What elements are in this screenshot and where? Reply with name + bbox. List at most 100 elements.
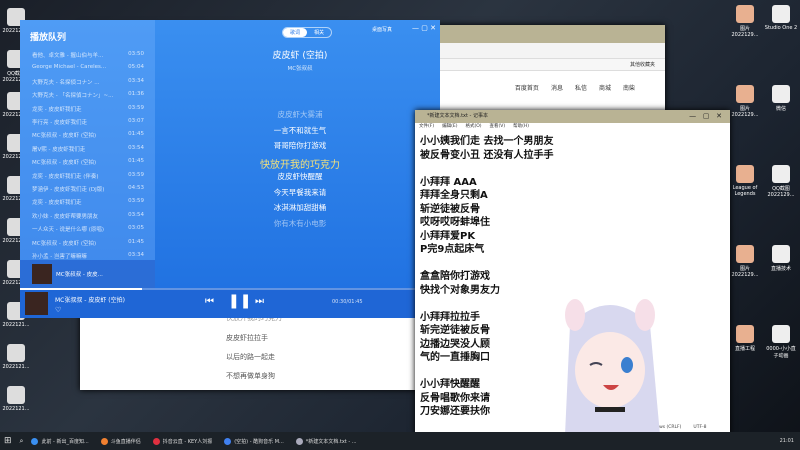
search-icon[interactable]: ⌕ [20, 437, 24, 446]
app-icon [31, 437, 39, 445]
queue-item[interactable]: 大野克夫 - 名探偵コナン ... 03:34 [32, 78, 144, 86]
queue-item[interactable]: MC张叔叔 - 皮皮虾 (空拍) 01:45 [32, 158, 144, 166]
queue-item-title: MC张叔叔 - 皮皮虾 (空拍) [32, 160, 97, 167]
desktop-icon[interactable]: League of Legends [728, 165, 762, 197]
taskbar-item[interactable]: 抖音云直 - KEY人刘振 [152, 437, 212, 445]
lyric-line: 皮皮虾大雾浦 [277, 110, 323, 119]
taskbar-item[interactable]: 此前 - 新出_百度知... [31, 437, 89, 445]
menu-edit[interactable]: 编辑(E) [442, 123, 457, 132]
nav-home[interactable]: 百度首页 [515, 83, 539, 92]
queue-item-duration: 03:59 [128, 198, 144, 205]
desktop-icon[interactable]: 直播技术 [764, 245, 798, 272]
text-line: 小拜拜 AAA [420, 176, 477, 188]
queue-item[interactable]: 孙小孟 - 岂害了嘛嘛嘛 03:34 [32, 252, 144, 260]
desktop-icon[interactable]: 直播工程 [728, 325, 762, 352]
queue-item-duration: 03:54 [128, 144, 144, 151]
song-title: 皮皮虾 (空拍) [272, 51, 328, 61]
taskbar-item[interactable]: 斗鱼直播伴侣 [100, 437, 141, 445]
desktop-icon[interactable]: 图片2022129... [728, 245, 762, 278]
text-line: 盒盒陪你打游戏 [420, 271, 490, 282]
queue-item-title: 屠V熙 - 皮皮虾我们走 [32, 146, 86, 153]
album-art [25, 292, 48, 315]
window-controls[interactable]: — ▢ ✕ [412, 24, 436, 32]
lyric-line: 哥哥陪你打游戏 [273, 141, 327, 150]
desktop-icon[interactable]: Studio One 2 [764, 5, 798, 31]
queue-item-title: 看他、卓文雅 - 握山伯与羊... [32, 53, 104, 59]
progress-fill[interactable] [20, 288, 142, 290]
queue-now-playing[interactable]: MC张叔叔 - 皮皮... [56, 270, 103, 278]
nav-dm[interactable]: 私信 [575, 83, 587, 92]
bookmark-folder[interactable]: 其他收藏夹 [630, 62, 655, 68]
prev-icon[interactable]: ⏮ [205, 296, 214, 307]
desktop-icon[interactable]: QQ截图2022129... [764, 165, 798, 198]
nav-messages[interactable]: 消息 [551, 83, 563, 92]
desktop-lyric-button[interactable]: 桌面写真 [372, 26, 392, 33]
desktop-icon[interactable]: 图片2022129... [728, 85, 762, 118]
queue-item[interactable]: 龙奕 - 皮皮虾我们走 03:59 [32, 198, 144, 206]
desktop-icon-label: 图片2022129... [731, 106, 759, 118]
baidu-nav: 百度首页 消息 私信 商城 南柴 [515, 83, 635, 92]
queue-item-duration: 01:36 [128, 91, 144, 98]
app-icon [295, 437, 303, 445]
queue-item[interactable]: 看他、卓文雅 - 握山伯与羊... 03:50 [32, 51, 144, 59]
pause-icon[interactable]: ❚❚ [228, 293, 251, 309]
menu-file[interactable]: 文件(F) [419, 123, 434, 132]
clock[interactable]: 21:01 [780, 438, 794, 444]
menu-help[interactable]: 帮助(H) [513, 123, 529, 132]
text-line: 斩逆徒被反骨 [420, 203, 480, 215]
taskbar-item-label: 此前 - 新出_百度知... [41, 438, 89, 445]
desktop-icon[interactable]: 微信 [764, 85, 798, 112]
desktop-icon-label: League of Legends [732, 185, 758, 197]
desktop-icon-label: QQ截图2022129... [767, 186, 795, 198]
menu-view[interactable]: 查看(V) [490, 123, 506, 132]
desktop-icon[interactable]: 0000-小小直子动画 [764, 325, 798, 359]
queue-item[interactable]: 屠V熙 - 皮皮虾我们走 03:54 [32, 145, 144, 153]
text-line [415, 159, 730, 173]
lyric-line: 皮皮虾快醒醒 [277, 172, 323, 181]
queue-item[interactable]: 龙奕 - 皮皮虾我们走 (伴奏) 03:59 [32, 172, 144, 180]
next-icon[interactable]: ⏭ [255, 296, 264, 307]
desktop-icon-label: 直播技术 [770, 266, 791, 272]
taskbar-item[interactable]: *新建文本文档.txt - ... [295, 437, 357, 445]
queue-item[interactable]: MC张叔叔 - 皮皮虾 (空拍) 01:45 [32, 131, 144, 139]
app-icon [100, 437, 108, 445]
taskbar: ⊞ ⌕ 此前 - 新出_百度知... 斗鱼直播伴侣 抖音云直 - KEY人刘振 (空拍… [0, 432, 800, 450]
queue-item-title: 大野克夫 - 名探偵コナン ... [32, 79, 100, 86]
text-line [415, 254, 730, 268]
desktop-icon[interactable]: 2022121... [2, 344, 30, 370]
start-icon[interactable]: ⊞ [4, 436, 12, 446]
queue-item[interactable]: 李行亮 - 皮皮虾我们走 03:07 [32, 118, 144, 126]
nav-shop[interactable]: 商城 [599, 83, 611, 92]
notepad-menu: 文件(F) 编辑(E) 格式(O) 查看(V) 帮助(H) [415, 123, 730, 132]
queue-item-duration: 03:50 [128, 51, 144, 57]
queue-item-title: MC张叔叔 - 皮皮虾 (空拍) [32, 133, 97, 140]
queue-item-duration: 04:53 [128, 185, 144, 191]
queue-item[interactable]: George Michael - Careles... 05:04 [32, 64, 144, 70]
now-playing: MC张叔叔 - 皮皮虾 (空拍) [55, 297, 125, 304]
queue-item[interactable]: 欢小妹 - 皮皮虾帮要男朋友 03:54 [32, 212, 144, 220]
taskbar-item[interactable]: (空拍) - 酷狗音乐 M... [224, 437, 284, 445]
queue-item-duration: 03:59 [128, 104, 144, 111]
tab-related[interactable]: 相关 [307, 28, 331, 37]
desktop-icon[interactable]: 2022121... [2, 386, 30, 412]
queue-item-duration: 03:34 [128, 77, 144, 84]
desktop-icon-label: 图片2022129... [731, 266, 759, 278]
queue-item[interactable]: 一人众天 - 说是什么哪 (原唱) 03:05 [32, 225, 144, 233]
vtuber-avatar [565, 299, 660, 435]
menu-format[interactable]: 格式(O) [465, 123, 481, 132]
notepad-title: *新建文本文档.txt - 记事本 [415, 110, 730, 123]
nav-user[interactable]: 南柴 [623, 83, 635, 92]
queue-item[interactable]: 大野克夫 - 「名探偵コナン」~... 01:36 [32, 91, 144, 99]
desktop-icon[interactable]: 图片2022129... [728, 5, 762, 38]
window-controls[interactable]: — ▢ ✕ [689, 112, 722, 120]
queue-item-duration: 05:04 [128, 64, 144, 71]
queue-item[interactable]: MC张叔叔 - 皮皮虾 (空拍) 01:45 [32, 239, 144, 247]
text-line: 哎呀哎呀蚌埠住 [420, 217, 490, 228]
tab-lyrics[interactable]: 歌词 [283, 28, 308, 37]
queue-item-duration: 03:05 [128, 225, 144, 232]
like-icon[interactable]: ♡ [55, 306, 61, 314]
queue-item[interactable]: 龙奕 - 皮皮虾我们走 03:59 [32, 105, 144, 113]
artist[interactable]: MC张叔叔 [225, 64, 375, 72]
queue-item[interactable]: 梦涵伊 - 皮皮虾我们走 (DJ版) 04:53 [32, 185, 144, 193]
queue-item-duration: 03:07 [128, 118, 144, 124]
